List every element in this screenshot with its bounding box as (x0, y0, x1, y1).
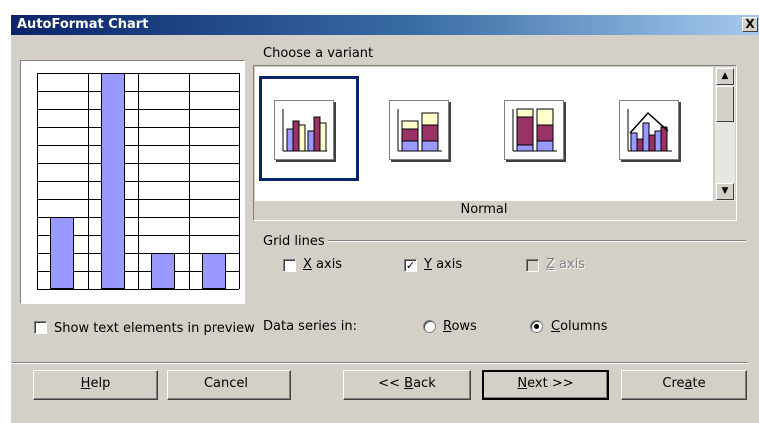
title-bar[interactable]: AutoFormat Chart X (11, 15, 759, 35)
grid-lines-separator (328, 240, 746, 242)
dialog-title: AutoFormat Chart (17, 17, 149, 32)
variant-percent-icon (504, 100, 564, 160)
selected-variant-name: Normal (460, 202, 508, 217)
variant-stacked[interactable] (374, 76, 474, 181)
grid-lines-heading: Grid lines (263, 234, 325, 249)
checkmark-icon: ✓ (405, 259, 416, 272)
button-separator (12, 362, 748, 364)
help-button[interactable]: Help (33, 370, 158, 400)
y-axis-checkbox[interactable]: ✓ (404, 259, 417, 272)
variant-scrollbar[interactable]: ▲ ▼ (715, 67, 735, 201)
preview-gridline (37, 289, 239, 290)
scroll-thumb[interactable] (716, 86, 734, 122)
chart-preview (20, 60, 245, 304)
variant-normal[interactable] (259, 76, 359, 181)
preview-category-divider (138, 73, 139, 289)
variant-normal-icon (274, 100, 334, 160)
preview-bar (151, 253, 176, 289)
preview-category-divider (188, 73, 190, 289)
arrow-up-icon: ▲ (721, 71, 729, 81)
choose-variant-heading: Choose a variant (263, 46, 374, 61)
rows-label: Rows (443, 319, 477, 334)
z-axis-checkbox (526, 259, 539, 272)
rows-radio[interactable] (423, 320, 436, 333)
preview-bar (50, 217, 75, 289)
create-button[interactable]: Create (621, 370, 747, 400)
back-button[interactable]: << Back (343, 370, 471, 400)
arrow-down-icon: ▼ (721, 186, 729, 196)
show-text-label: Show text elements in preview (54, 321, 255, 336)
cancel-button[interactable]: Cancel (167, 370, 291, 400)
show-text-checkbox[interactable] (34, 321, 47, 334)
close-button[interactable]: X (742, 17, 758, 32)
preview-bar (201, 253, 226, 289)
preview-bar (100, 73, 125, 289)
variant-lines-icon (619, 100, 679, 160)
scroll-up-button[interactable]: ▲ (716, 68, 734, 85)
columns-label: Columns (551, 319, 608, 334)
variant-chart-with-lines[interactable] (604, 76, 704, 181)
x-axis-checkbox[interactable] (283, 259, 296, 272)
z-axis-label: Z axis (546, 257, 586, 272)
x-axis-label: X axis (303, 257, 343, 272)
variant-list[interactable] (255, 67, 713, 201)
x-axis-label-rest: axis (311, 257, 343, 272)
data-series-label: Data series in: (263, 319, 358, 334)
variant-stacked-icon (389, 100, 449, 160)
radio-selected-dot (534, 324, 539, 329)
variant-selector[interactable]: ▲ ▼ Normal (253, 65, 737, 221)
y-axis-label: Y axis (424, 257, 463, 272)
scroll-down-button[interactable]: ▼ (716, 183, 734, 200)
preview-category-divider (239, 73, 240, 289)
variant-percent-stacked[interactable] (489, 76, 589, 181)
close-icon: X (745, 17, 755, 31)
columns-radio[interactable] (530, 320, 543, 333)
next-button[interactable]: Next >> (482, 370, 609, 400)
preview-category-divider (87, 73, 89, 289)
